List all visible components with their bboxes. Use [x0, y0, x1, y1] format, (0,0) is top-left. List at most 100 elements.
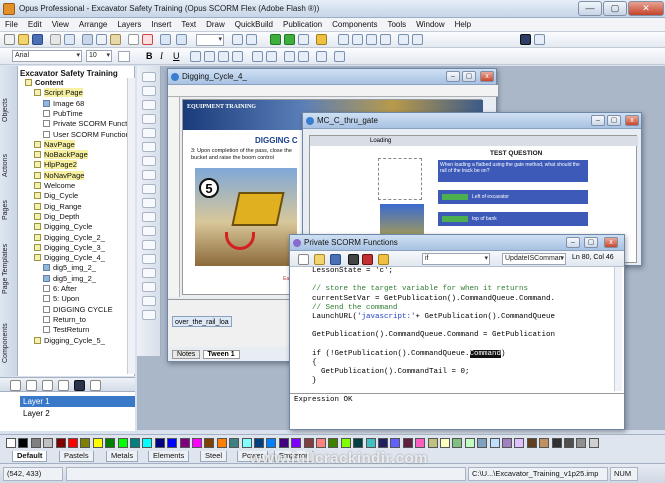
tree-scrollbar[interactable]: [127, 78, 135, 374]
script-close-button[interactable]: x: [604, 237, 618, 248]
rectangle-tool-icon[interactable]: [142, 114, 156, 124]
color-swatch[interactable]: [328, 438, 339, 448]
layer-down-icon[interactable]: [58, 380, 69, 391]
paste-icon[interactable]: [110, 34, 121, 45]
color-swatch[interactable]: [92, 438, 103, 448]
menu-publication[interactable]: Publication: [278, 18, 327, 31]
color-swatch[interactable]: [266, 438, 277, 448]
function-select[interactable]: UpdateISComman: [502, 253, 566, 265]
layer-row-2[interactable]: Layer 2: [20, 408, 135, 419]
color-swatch[interactable]: [204, 438, 215, 448]
palette-tab[interactable]: Default: [12, 451, 48, 462]
page-maximize-button[interactable]: ▢: [462, 71, 476, 82]
hotspot-tool-icon[interactable]: [142, 268, 156, 278]
tree-item[interactable]: Welcome: [34, 181, 75, 191]
color-swatch[interactable]: [489, 438, 500, 448]
bring-front-icon[interactable]: [398, 34, 409, 45]
color-swatch[interactable]: [105, 438, 116, 448]
gate-close-button[interactable]: x: [625, 115, 639, 126]
menu-view[interactable]: View: [47, 18, 74, 31]
preview-icon[interactable]: [64, 34, 75, 45]
menu-text[interactable]: Text: [176, 18, 201, 31]
menu-draw[interactable]: Draw: [201, 18, 230, 31]
tree-item[interactable]: Digging_Cycle_4_: [34, 253, 105, 263]
tab-tween[interactable]: Tween 1: [202, 350, 240, 359]
text-color-icon[interactable]: [118, 51, 130, 62]
color-swatch[interactable]: [452, 438, 463, 448]
sound-tool-icon[interactable]: [142, 212, 156, 222]
color-swatch[interactable]: [167, 438, 178, 448]
numbering-icon[interactable]: [266, 51, 277, 62]
palette-tab[interactable]: Elements: [148, 451, 190, 462]
tree-item[interactable]: TestReturn: [43, 325, 89, 335]
tree-item[interactable]: Content: [25, 78, 63, 88]
menu-insert[interactable]: Insert: [146, 18, 176, 31]
palette-tab[interactable]: Pastels: [59, 451, 94, 462]
tree-item[interactable]: Return_to: [43, 315, 86, 325]
tab-actions[interactable]: Actions: [2, 146, 16, 186]
tree-item[interactable]: HlpPage2: [34, 160, 77, 170]
align-icon[interactable]: [338, 34, 349, 45]
color-swatch[interactable]: [526, 438, 537, 448]
table-tool-icon[interactable]: [142, 240, 156, 250]
tab-notes[interactable]: Notes: [172, 350, 201, 359]
pointer-icon[interactable]: [232, 34, 243, 45]
delete-icon[interactable]: [142, 34, 153, 45]
font-combo[interactable]: Arial: [12, 50, 82, 62]
tree-item[interactable]: Digging_Cycle_2_: [34, 233, 105, 243]
tree-item[interactable]: dig5_img_2_: [43, 274, 96, 284]
menu-help[interactable]: Help: [450, 18, 476, 31]
preview-publication-icon[interactable]: [284, 34, 295, 45]
bold-button[interactable]: B: [146, 51, 153, 61]
code-editor[interactable]: LessonState = 'c'; // store the target v…: [294, 267, 612, 391]
color-swatch[interactable]: [502, 438, 512, 448]
align-center-icon[interactable]: [204, 51, 215, 62]
excavator-photo[interactable]: 5: [195, 168, 297, 266]
tree-root[interactable]: Excavator Safety Training: [20, 69, 118, 78]
tree-item[interactable]: 6: After: [43, 284, 77, 294]
color-swatch[interactable]: [154, 438, 165, 448]
color-swatch[interactable]: [30, 438, 41, 448]
menu-window[interactable]: Window: [411, 18, 449, 31]
color-swatch[interactable]: [55, 438, 66, 448]
color-swatch[interactable]: [477, 438, 488, 448]
find-icon[interactable]: [128, 34, 139, 45]
send-back-icon[interactable]: [412, 34, 423, 45]
tree-item[interactable]: 5: Upon: [43, 294, 79, 304]
tree-item[interactable]: PubTime: [43, 109, 83, 119]
redo-icon[interactable]: [176, 34, 187, 45]
spell-check-icon[interactable]: [334, 51, 345, 62]
color-swatch[interactable]: [216, 438, 227, 448]
indent-icon[interactable]: [284, 51, 295, 62]
tree-item[interactable]: Dig_Cycle: [34, 191, 78, 201]
grid-icon[interactable]: [520, 34, 531, 45]
menu-quickbuild[interactable]: QuickBuild: [230, 18, 278, 31]
palette-tab[interactable]: Steel: [200, 451, 228, 462]
color-swatch[interactable]: [142, 438, 153, 448]
line-tool-icon[interactable]: [142, 100, 156, 110]
scope-select[interactable]: if: [422, 253, 490, 265]
color-swatch[interactable]: [291, 438, 302, 448]
preview-page-icon[interactable]: [270, 34, 281, 45]
color-swatch[interactable]: [43, 438, 54, 448]
color-swatch[interactable]: [68, 438, 78, 448]
page-close-button[interactable]: x: [480, 71, 494, 82]
color-swatch[interactable]: [415, 438, 426, 448]
menu-layers[interactable]: Layers: [112, 18, 146, 31]
color-swatch[interactable]: [427, 438, 438, 448]
tree-item[interactable]: Digging_Cycle_5_: [34, 336, 105, 346]
script-maximize-button[interactable]: ▢: [584, 237, 598, 248]
color-swatch[interactable]: [254, 438, 264, 448]
tree-item[interactable]: User SCORM Functions: [43, 130, 133, 140]
menu-tools[interactable]: Tools: [382, 18, 411, 31]
color-swatch[interactable]: [130, 438, 140, 448]
tree-item[interactable]: Private SCORM Functio: [43, 119, 133, 129]
tree-item[interactable]: dig5_img_2_: [43, 263, 96, 273]
zoom-tool-icon[interactable]: [142, 296, 156, 306]
outdent-icon[interactable]: [298, 51, 309, 62]
frame-tool-icon[interactable]: [142, 254, 156, 264]
color-swatch[interactable]: [192, 438, 202, 448]
script-new-icon[interactable]: [298, 254, 309, 265]
new-icon[interactable]: [4, 34, 15, 45]
tree-item[interactable]: Digging_Cycle: [34, 222, 92, 232]
